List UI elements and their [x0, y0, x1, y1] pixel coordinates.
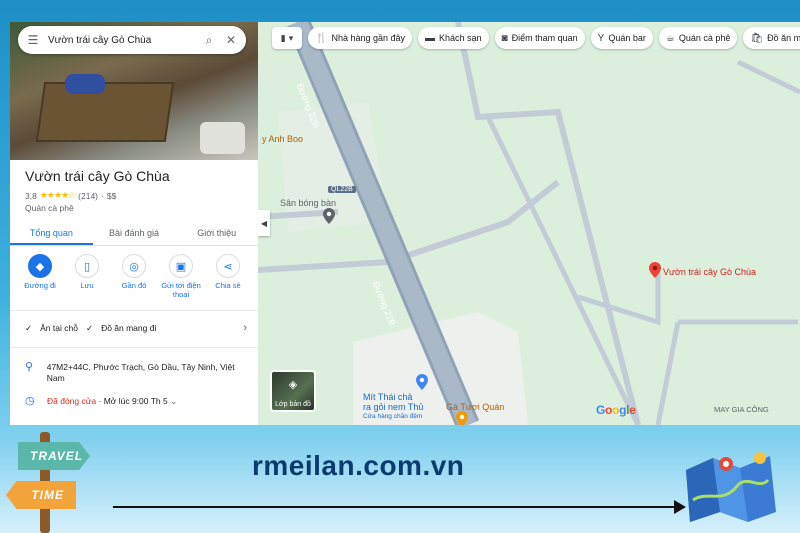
address-text: 47M2+44C, Phước Trạch, Gò Dầu, Tây Ninh,…	[46, 362, 235, 383]
takeout-icon: 🛍	[750, 32, 764, 44]
share-button[interactable]: ⋖ Chia sẻ	[206, 254, 250, 299]
price-level: $$	[106, 190, 117, 201]
place-rating: 3,8 ★★★★☆ (214) · $$	[25, 190, 117, 201]
chip-coffee[interactable]: ☕ Quán cà phê	[658, 27, 738, 49]
bar-icon: Y	[597, 32, 605, 44]
place-panel: ☰ ⌕ ✕ Vườn trái cây Gò Chùa 3,8 ★★★★☆ (2…	[10, 22, 258, 425]
map-layers-button[interactable]: ◈ Lớp bản đồ	[270, 370, 316, 412]
hours-next: · Mở lúc 9:00 Th 5	[96, 396, 168, 406]
save-button[interactable]: ▯ Lưu	[65, 254, 109, 299]
directions-button[interactable]: ◆ Đường đi	[18, 254, 62, 299]
map-roads	[258, 22, 800, 425]
clock-icon: ◷	[25, 395, 35, 407]
layers-icon: ◈	[288, 379, 298, 391]
category-chips: 🍴 Nhà hàng gần đây ▬ Khách sạn ◙ Điểm tham …	[308, 27, 800, 49]
chevron-left-icon: ◀	[260, 218, 268, 228]
phone-icon: ▣	[169, 254, 193, 278]
google-logo: Google	[596, 403, 636, 417]
route-shield: QL22B	[328, 186, 356, 193]
send-to-phone-button[interactable]: ▣ Gửi tới điện thoại	[159, 254, 203, 299]
camera-icon: ◙	[501, 32, 508, 44]
site-url[interactable]: rmeilan.com.vn	[252, 450, 464, 482]
chip-restaurants[interactable]: 🍴 Nhà hàng gần đây	[308, 27, 413, 49]
chevron-down-icon: ▾	[288, 32, 294, 43]
search-icon[interactable]: ⌕	[202, 33, 216, 48]
rating-value: 3,8	[25, 190, 37, 201]
collapse-panel-button[interactable]: ◀	[258, 210, 270, 236]
place-tabs: Tổng quan Bài đánh giá Giới thiệu	[10, 222, 258, 246]
check-icon: ✓	[85, 322, 94, 333]
shop-pin-icon[interactable]	[416, 374, 428, 390]
bookmark-icon: ▯	[75, 254, 99, 278]
place-category[interactable]: Quán cà phê	[25, 203, 74, 213]
arrow-line	[113, 506, 680, 508]
layers-icon: ▮	[280, 32, 286, 43]
folded-map-illustration	[686, 452, 776, 522]
poi-ga-tuoi[interactable]: Gà Tươi Quán	[446, 402, 504, 412]
chip-bars[interactable]: Y Quán bar	[590, 27, 653, 49]
tab-reviews[interactable]: Bài đánh giá	[93, 222, 176, 245]
search-box: ☰ ⌕ ✕	[18, 26, 246, 54]
share-icon: ⋖	[216, 254, 240, 278]
chip-takeout[interactable]: 🛍Đồ ăn mang đi	[743, 27, 800, 49]
poi-may-gia-cong[interactable]: MAY GIA CÔNG	[714, 405, 769, 414]
maps-screenshot: Đường 22B Đường 22B QL22B y Anh Boo Sân …	[10, 22, 800, 425]
search-input[interactable]	[48, 34, 194, 46]
hours-row[interactable]: ◷ Đã đóng cửa · Mở lúc 9:00 Th 5 ⌄	[25, 396, 250, 407]
nearby-button[interactable]: ◎ Gần đó	[112, 254, 156, 299]
time-sign: TIME	[6, 481, 76, 509]
close-icon[interactable]: ✕	[224, 33, 238, 47]
review-count[interactable]: (214)	[78, 191, 98, 201]
service-options[interactable]: ✓ Ăn tại chỗ ✓ Đồ ăn mang đi ›	[25, 322, 247, 334]
chevron-down-icon: ⌄	[170, 396, 178, 406]
poi-anh-boo[interactable]: y Anh Boo	[262, 134, 303, 144]
chip-attractions[interactable]: ◙ Điểm tham quan	[494, 27, 585, 49]
address-row[interactable]: ⚲ 47M2+44C, Phước Trạch, Gò Dầu, Tây Nin…	[25, 362, 250, 384]
tab-about[interactable]: Giới thiệu	[175, 222, 258, 245]
menu-icon[interactable]: ☰	[26, 33, 40, 47]
poi-mit-thai-3[interactable]: Cửa hàng chăn đệm	[363, 413, 422, 420]
hours-status: Đã đóng cửa	[47, 396, 97, 406]
poi-stadium-pin-icon[interactable]	[323, 208, 335, 224]
poi-mit-thai-1[interactable]: Mít Thái chả	[363, 392, 412, 402]
tab-overview[interactable]: Tổng quan	[10, 222, 93, 245]
map-canvas[interactable]: Đường 22B Đường 22B QL22B y Anh Boo Sân …	[258, 22, 800, 425]
destination-pin-icon[interactable]	[649, 262, 661, 278]
directions-icon: ◆	[28, 254, 52, 278]
travel-sign: TRAVEL	[18, 442, 90, 470]
coffee-icon: ☕	[665, 32, 675, 44]
location-pin-icon: ⚲	[25, 361, 34, 373]
food-pin-icon[interactable]	[456, 411, 468, 425]
place-actions: ◆ Đường đi ▯ Lưu ◎ Gần đó ▣ Gửi tới điện…	[18, 254, 250, 299]
nearby-icon: ◎	[122, 254, 146, 278]
map-layers-toggle[interactable]: ▮ ▾	[272, 27, 302, 49]
rating-stars-icon: ★★★★☆	[39, 190, 76, 200]
place-title: Vườn trái cây Gò Chùa	[25, 168, 170, 184]
poi-mit-thai-2[interactable]: ra gỏi nem Thủ	[363, 402, 423, 412]
chip-hotels[interactable]: ▬ Khách sạn	[418, 27, 489, 49]
restaurant-icon: 🍴	[315, 32, 328, 44]
chevron-right-icon: ›	[243, 322, 247, 334]
poi-stadium[interactable]: Sân bóng bàn	[280, 198, 336, 208]
check-icon: ✓	[25, 322, 33, 333]
hotel-icon: ▬	[425, 32, 436, 44]
poi-destination[interactable]: Vườn trái cây Gò Chùa	[663, 267, 756, 277]
